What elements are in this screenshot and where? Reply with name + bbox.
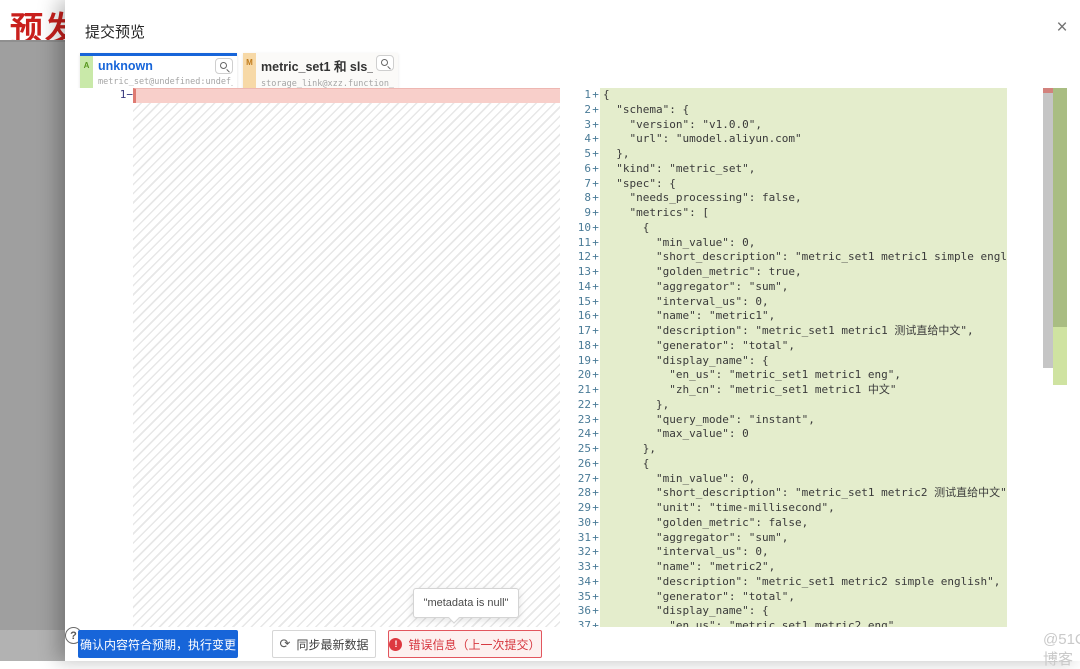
tab-unknown[interactable]: A unknown metric_set@undefined:undef_ [80, 53, 237, 89]
submit-preview-modal: 提交预览 × A unknown metric_set@undefined:un… [65, 0, 1080, 661]
tab-change-type-badge-modified: M [243, 53, 256, 89]
code-line: 6+ "kind": "metric_set", [563, 162, 1007, 177]
code-line: 14+ "aggregator": "sum", [563, 280, 1007, 295]
overview-ruler-added-marks [1053, 88, 1067, 327]
refresh-icon: ⟳ [280, 636, 291, 652]
tab-title: metric_set1 和 sls_logst... [261, 56, 373, 75]
code-line: 16+ "name": "metric1", [563, 309, 1007, 324]
code-line: 1+{ [563, 88, 1007, 103]
code-line: 29+ "unit": "time-millisecond", [563, 501, 1007, 516]
code-line: 25+ }, [563, 442, 1007, 457]
code-line: 36+ "display_name": { [563, 604, 1007, 619]
error-button-label: 错误信息（上一次提交） [408, 636, 540, 653]
code-line: 12+ "short_description": "metric_set1 me… [563, 250, 1007, 265]
empty-region-hatch [133, 103, 560, 627]
code-line: 5+ }, [563, 147, 1007, 162]
code-line: 26+ { [563, 457, 1007, 472]
code-line: 10+ { [563, 221, 1007, 236]
close-icon[interactable]: × [1050, 16, 1074, 40]
code-line: 22+ }, [563, 398, 1007, 413]
code-line: 15+ "interval_us": 0, [563, 295, 1007, 310]
search-icon [220, 62, 227, 69]
search-icon [381, 59, 388, 66]
code-line: 17+ "description": "metric_set1 metric1 … [563, 324, 1007, 339]
confirm-execute-button[interactable]: 确认内容符合预期，执行变更 [78, 630, 238, 658]
environment-label: 预发 [10, 2, 65, 42]
code-line: 32+ "interval_us": 0, [563, 545, 1007, 560]
sync-button-label: 同步最新数据 [296, 636, 368, 653]
modal-title: 提交预览 [85, 21, 145, 42]
overview-ruler-added-marks-tail [1053, 327, 1067, 385]
validation-tooltip: "metadata is null" [413, 588, 519, 618]
error-info-button[interactable]: ! 错误信息（上一次提交） [388, 630, 542, 658]
sync-latest-data-button[interactable]: ⟳ 同步最新数据 [272, 630, 376, 658]
code-line: 23+ "query_mode": "instant", [563, 413, 1007, 428]
line-number-gutter: 1− [78, 88, 133, 627]
code-line: 19+ "display_name": { [563, 354, 1007, 369]
code-line: 34+ "description": "metric_set1 metric2 … [563, 575, 1007, 590]
tab-title: unknown [98, 59, 210, 73]
tab-resource-id: metric_set@undefined:undef_ [98, 77, 233, 87]
code-line: 20+ "en_us": "metric_set1 metric1 eng", [563, 368, 1007, 383]
code-line: 27+ "min_value": 0, [563, 472, 1007, 487]
code-line: 21+ "zh_cn": "metric_set1 metric1 中文" [563, 383, 1007, 398]
code-line: 28+ "short_description": "metric_set1 me… [563, 486, 1007, 501]
code-line: 8+ "needs_processing": false, [563, 191, 1007, 206]
scrollbar-thumb[interactable] [1043, 93, 1053, 368]
code-line: 13+ "golden_metric": true, [563, 265, 1007, 280]
tab-zoom-button[interactable] [376, 55, 394, 71]
tab-metric-set1[interactable]: M metric_set1 和 sls_logst... storage_lin… [243, 53, 398, 89]
code-line: 4+ "url": "umodel.aliyun.com" [563, 132, 1007, 147]
tab-zoom-button[interactable] [215, 58, 233, 74]
code-line: 3+ "version": "v1.0.0", [563, 118, 1007, 133]
code-line: 11+ "min_value": 0, [563, 236, 1007, 251]
code-line: 18+ "generator": "total", [563, 339, 1007, 354]
diff-pane-original: 1− [78, 88, 560, 627]
code-line: 31+ "aggregator": "sum", [563, 531, 1007, 546]
exclamation-icon: ! [389, 638, 402, 651]
tooltip-text: "metadata is null" [424, 597, 509, 609]
code-line: 33+ "name": "metric2", [563, 560, 1007, 575]
code-line: 35+ "generator": "total", [563, 590, 1007, 605]
right-diff-lines: 1+{2+ "schema": {3+ "version": "v1.0.0",… [563, 88, 1007, 627]
modal-footer: 确认内容符合预期，执行变更 ? ⟳ 同步最新数据 ! 错误信息（上一次提交） [65, 627, 1080, 661]
code-line: 24+ "max_value": 0 [563, 427, 1007, 442]
code-line: 9+ "metrics": [ [563, 206, 1007, 221]
site-watermark: @51CTO博客 [1043, 631, 1080, 669]
deleted-line-highlight [133, 88, 560, 103]
background-page-header: 预发 [0, 0, 65, 42]
tab-change-type-badge-added: A [80, 56, 93, 89]
code-line: 7+ "spec": { [563, 177, 1007, 192]
background-page-footer [0, 630, 65, 661]
diff-pane-new: 1+{2+ "schema": {3+ "version": "v1.0.0",… [563, 88, 1007, 627]
diff-original-content [133, 88, 560, 627]
code-line: 37+ "en_us": "metric_set1 metric2 eng" [563, 619, 1007, 627]
page-backdrop-overlay [0, 0, 65, 661]
code-line: 30+ "golden_metric": false, [563, 516, 1007, 531]
code-line: 2+ "schema": { [563, 103, 1007, 118]
